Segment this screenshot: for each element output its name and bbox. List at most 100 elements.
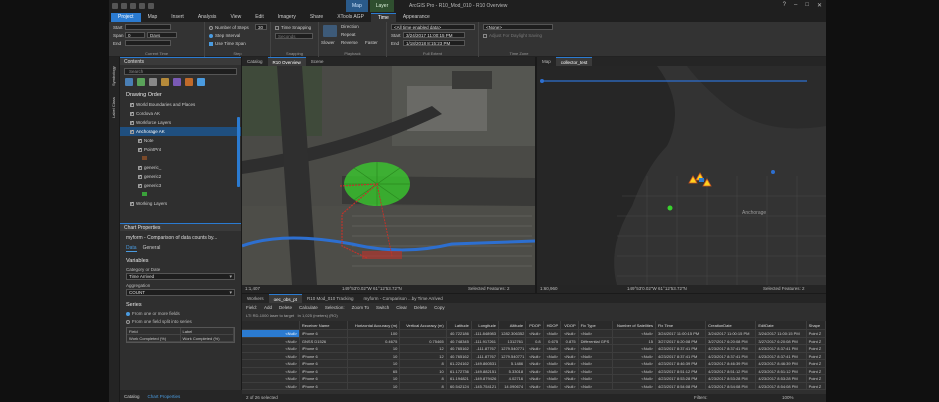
table-cell[interactable]: -145.754121 xyxy=(472,382,499,389)
col-header[interactable]: PDOP xyxy=(526,321,544,329)
table-cell[interactable]: 12 xyxy=(400,345,447,352)
table-cell[interactable]: 4/23/2017 8:54:08 PM xyxy=(706,382,757,389)
series-table-row[interactable]: Work Completed (%) Work Completed (%) xyxy=(127,335,234,342)
col-header[interactable]: HDOP xyxy=(544,321,562,329)
table-cell[interactable]: -111.917261 xyxy=(472,337,499,344)
end-input[interactable] xyxy=(125,40,171,46)
table-cell[interactable]: iPhone 6 xyxy=(300,352,349,359)
snapping-unit-select[interactable]: Seconds xyxy=(275,33,313,39)
table-tab-oec-obs[interactable]: oec_obs_pt xyxy=(268,294,302,303)
table-row[interactable]: <Null> iPhone 6 10 8 60.542124 -145.754121 14.… xyxy=(242,382,826,390)
table-cell[interactable]: iPhone 6 xyxy=(300,345,349,352)
layer-visibility-checkbox[interactable] xyxy=(138,182,142,191)
layer-visibility-checkbox[interactable] xyxy=(138,173,142,182)
list-by-labeling-icon[interactable] xyxy=(185,78,193,86)
table-cell[interactable]: Point Z xyxy=(807,352,826,359)
table-cell[interactable]: Point Z xyxy=(807,382,826,389)
table-cell[interactable]: 4/23/2017 8:37:41 PM xyxy=(706,352,757,359)
list-by-drawing-order-icon[interactable] xyxy=(125,78,133,86)
table-cell[interactable]: <Null> xyxy=(242,382,300,389)
adjust-dst-option[interactable]: Adjust For Daylight Saving xyxy=(483,33,542,38)
table-cell[interactable]: 8 xyxy=(400,360,447,367)
row-label[interactable]: Work Completed (%) xyxy=(181,335,234,341)
table-cell[interactable]: iPhone 6 xyxy=(300,382,349,389)
view-tab-r10-overview[interactable]: R10 Overview xyxy=(267,57,306,66)
copy-button[interactable]: Copy xyxy=(434,305,445,310)
layer-visibility-checkbox[interactable] xyxy=(130,101,134,110)
table-cell[interactable]: 4/23/2017 8:53:28 PM xyxy=(706,375,757,382)
table-cell[interactable]: 4/23/2017 8:54:08 PM xyxy=(756,382,807,389)
table-cell[interactable]: <Null> xyxy=(579,367,614,374)
steps-radio[interactable] xyxy=(209,25,213,30)
table-cell[interactable]: 40.765162 xyxy=(447,352,472,359)
table-cell[interactable]: Point Z xyxy=(807,375,826,382)
table-cell[interactable]: 0.4675 xyxy=(348,337,401,344)
aggregation-select[interactable]: COUNT xyxy=(126,289,235,296)
table-cell[interactable]: -149.879426 xyxy=(472,375,499,382)
table-cell[interactable]: <Null> xyxy=(561,330,579,337)
table-cell[interactable]: -111.87767 xyxy=(472,352,499,359)
table-row[interactable]: <Null> iPhone 6 10 8 61.194821 -149.879426 4.0… xyxy=(242,375,826,383)
series-split-radio[interactable] xyxy=(126,319,130,324)
table-cell[interactable]: 0.75465 xyxy=(400,337,447,344)
table-cell[interactable]: 4/23/2017 8:51:12 PM xyxy=(706,367,757,374)
time-snapping-option[interactable]: Time Snapping xyxy=(275,25,311,30)
save-icon[interactable] xyxy=(130,3,136,9)
table-cell[interactable]: <Null> xyxy=(613,375,656,382)
table-cell[interactable]: <Null> xyxy=(242,352,300,359)
tab-view[interactable]: View xyxy=(223,13,248,22)
table-cell[interactable]: -111.848983 xyxy=(472,330,499,337)
table-row[interactable]: <Null> iPhone 6 100 40.722186 -111.848983 128… xyxy=(242,330,826,338)
table-cell[interactable]: <Null> xyxy=(526,345,544,352)
close-icon[interactable]: ✕ xyxy=(817,2,822,9)
table-cell[interactable]: 10 xyxy=(348,382,401,389)
open-icon[interactable] xyxy=(121,3,127,9)
table-cell[interactable]: 4/23/2017 8:37:41 PM xyxy=(756,352,807,359)
series-fields-radio[interactable] xyxy=(126,311,130,316)
table-cell[interactable]: 0.675 xyxy=(544,337,562,344)
table-cell[interactable]: <Null> xyxy=(544,352,562,359)
interval-radio[interactable] xyxy=(209,33,213,38)
view-tab-catalog[interactable]: Catalog xyxy=(242,57,268,66)
layer-item-cordova[interactable]: Cordova AK xyxy=(120,109,241,119)
table-cell[interactable]: <Null> xyxy=(242,345,300,352)
table-cell[interactable]: <Null> xyxy=(579,330,614,337)
layer-item-anchorage[interactable]: Anchorage AK xyxy=(120,127,241,137)
dark-basemap[interactable]: Anchorage xyxy=(537,66,826,285)
undo-icon[interactable] xyxy=(139,3,145,9)
delete-field-button[interactable]: Delete xyxy=(279,305,292,310)
table-tab-chart[interactable]: myform - Comparison ...by Time Arrived xyxy=(358,294,447,303)
table-cell[interactable]: 3/27/2017 6:20:08 PM xyxy=(756,337,807,344)
table-cell[interactable]: <Null> xyxy=(579,352,614,359)
help-icon[interactable]: ? xyxy=(783,2,786,9)
adjust-dst-checkbox[interactable] xyxy=(483,33,487,38)
table-cell[interactable]: 8 xyxy=(400,375,447,382)
minimize-icon[interactable]: – xyxy=(794,2,797,9)
table-cell[interactable]: <Null> xyxy=(579,375,614,382)
table-cell[interactable]: 1312761 xyxy=(499,337,527,344)
table-cell[interactable]: 100 xyxy=(348,330,401,337)
col-header[interactable]: Fix Time xyxy=(656,321,707,329)
table-cell[interactable]: 4/23/2017 8:37:41 PM xyxy=(656,345,707,352)
clear-button[interactable]: Clear xyxy=(396,305,407,310)
list-by-selection-icon[interactable] xyxy=(149,78,157,86)
layer-item-generic2[interactable]: generic2 xyxy=(120,172,241,182)
tab-general[interactable]: General xyxy=(143,245,161,252)
table-cell[interactable]: 10 xyxy=(400,367,447,374)
use-time-span-option[interactable]: Use Time Span xyxy=(209,41,246,46)
table-cell[interactable]: <Null> xyxy=(526,367,544,374)
table-cell[interactable]: 61.172736 xyxy=(447,367,472,374)
col-header[interactable]: EditDate xyxy=(756,321,807,329)
table-cell[interactable]: -111.87767 xyxy=(472,345,499,352)
table-cell[interactable]: <Null> xyxy=(544,330,562,337)
table-cell[interactable]: 8 xyxy=(400,382,447,389)
list-by-perspective-icon[interactable] xyxy=(197,78,205,86)
table-cell[interactable] xyxy=(400,330,447,337)
full-extent-select[interactable]: <All time enabled data> xyxy=(391,24,475,30)
table-cell[interactable]: -149.882151 xyxy=(472,367,499,374)
maximize-icon[interactable]: □ xyxy=(805,2,809,9)
list-by-snapping-icon[interactable] xyxy=(173,78,181,86)
play-button[interactable] xyxy=(323,25,337,37)
table-cell[interactable]: 1279.540771 xyxy=(499,345,527,352)
table-cell[interactable]: 60.542124 xyxy=(447,382,472,389)
